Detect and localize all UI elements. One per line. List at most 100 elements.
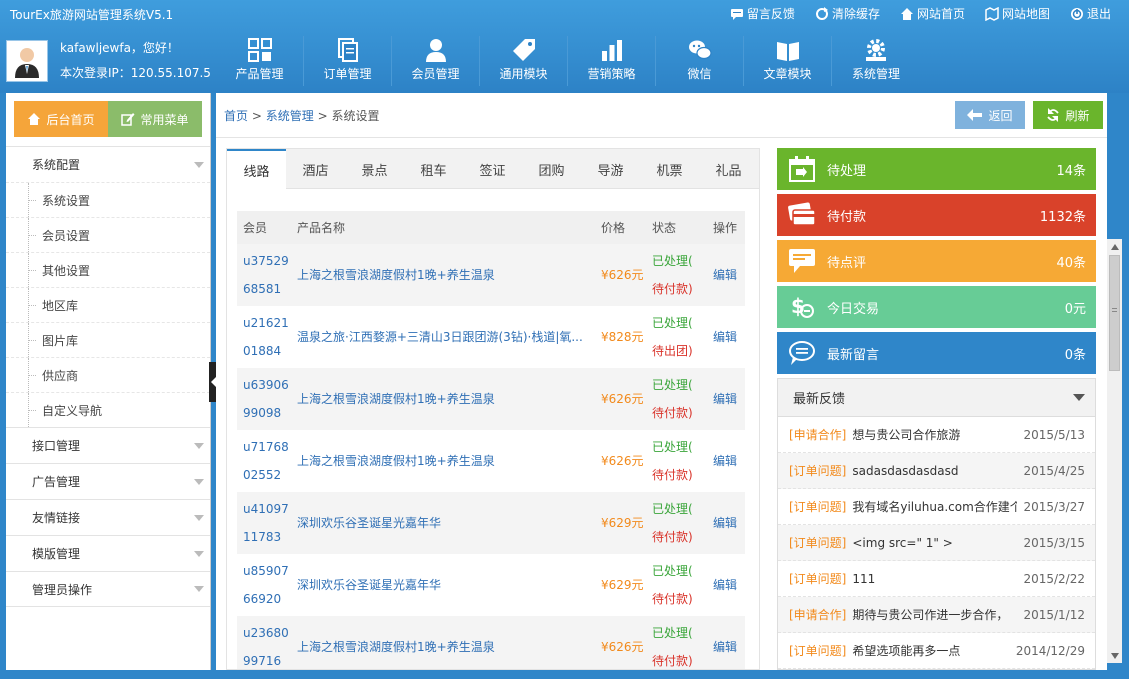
stat-value: 0元	[1064, 301, 1086, 317]
cell-product[interactable]: 上海之根雪浪湖度假村1晚+养生温泉	[291, 244, 595, 306]
sidebar-item-custom-nav[interactable]: 自定义导航	[6, 392, 210, 427]
list-item[interactable]: [订单问题] sadasdasdasdasd 2015/4/25	[778, 453, 1095, 489]
sidebar-group-template-management[interactable]: 模版管理	[6, 535, 210, 571]
list-item[interactable]: [订单问题] 希望选项能再多一点 2014/12/29	[778, 633, 1095, 669]
sidebar-group-admin-operations[interactable]: 管理员操作	[6, 571, 210, 607]
cell-member[interactable]: u2162101884	[237, 306, 291, 368]
refresh-icon	[815, 6, 829, 21]
list-item[interactable]: [申请合作] 期待与贵公司作进一步合作， 2015/1/12	[778, 597, 1095, 633]
cell-member[interactable]: u6390699098	[237, 368, 291, 430]
nav-common-modules[interactable]: 通用模块	[480, 36, 568, 86]
edit-link[interactable]: 编辑	[707, 244, 745, 306]
edit-link[interactable]: 编辑	[707, 554, 745, 616]
edit-link[interactable]: 编辑	[707, 306, 745, 368]
stat-today-transactions[interactable]: $ 今日交易 0元	[777, 286, 1096, 328]
top-link-logout[interactable]: 退出	[1070, 5, 1111, 22]
cell-member[interactable]: u3752968581	[237, 244, 291, 306]
scroll-grip	[1112, 308, 1117, 312]
column-header-action: 操作	[707, 211, 745, 244]
cell-product[interactable]: 上海之根雪浪湖度假村1晚+养生温泉	[291, 616, 595, 669]
sidebar-item-image-library[interactable]: 图片库	[6, 322, 210, 357]
feedback-date: 2015/3/15	[1023, 535, 1085, 550]
tab-visa[interactable]: 签证	[463, 149, 522, 189]
stat-value: 14条	[1056, 163, 1086, 179]
top-link-site-map-label: 网站地图	[1001, 7, 1050, 21]
admin-home-button[interactable]: 后台首页	[14, 101, 108, 137]
edit-icon	[121, 112, 135, 126]
cell-member[interactable]: u4109711783	[237, 492, 291, 554]
nav-member-management[interactable]: 会员管理	[392, 36, 480, 86]
cell-product[interactable]: 温泉之旅·江西婺源+三清山3日跟团游(3钻)·栈道|氧...	[291, 306, 595, 368]
cell-product[interactable]: 上海之根雪浪湖度假村1晚+养生温泉	[291, 430, 595, 492]
sidebar: 后台首页 常用菜单 系统配置 系统设置 会员设置 其他设置 地区库 图片库 供应…	[6, 93, 211, 670]
cell-member[interactable]: u7176802552	[237, 430, 291, 492]
cell-member[interactable]: u8590766920	[237, 554, 291, 616]
tab-car-rental[interactable]: 租车	[404, 149, 463, 189]
common-menu-button[interactable]: 常用菜单	[108, 101, 202, 137]
cell-product[interactable]: 上海之根雪浪湖度假村1晚+养生温泉	[291, 368, 595, 430]
list-item[interactable]: [订单问题] <img src=" 1" > 2015/3/15	[778, 525, 1095, 561]
breadcrumb-home[interactable]: 首页	[224, 109, 248, 123]
edit-link[interactable]: 编辑	[707, 368, 745, 430]
cell-price: ¥626元	[595, 244, 646, 306]
content-divider	[216, 137, 1107, 138]
nav-label: 产品管理	[235, 67, 284, 81]
nav-system-management[interactable]: 系统管理	[832, 36, 920, 86]
tab-gifts[interactable]: 礼品	[699, 149, 758, 189]
stat-pending-processing[interactable]: 待处理 14条	[777, 148, 1096, 190]
refresh-button[interactable]: 刷新	[1033, 101, 1103, 129]
tab-hotels[interactable]: 酒店	[286, 149, 345, 189]
edit-link[interactable]: 编辑	[707, 492, 745, 554]
scroll-down-icon[interactable]	[1107, 648, 1122, 663]
sidebar-group-friend-links[interactable]: 友情链接	[6, 499, 210, 535]
tab-air-tickets[interactable]: 机票	[640, 149, 699, 189]
list-item[interactable]: [订单问题] 111 2015/2/22	[778, 561, 1095, 597]
breadcrumb-level1[interactable]: 系统管理	[266, 109, 314, 123]
stat-pending-review[interactable]: 待点评 40条	[777, 240, 1096, 282]
nav-wechat[interactable]: 微信	[656, 36, 744, 86]
sidebar-item-supplier[interactable]: 供应商	[6, 357, 210, 392]
edit-link[interactable]: 编辑	[707, 616, 745, 669]
list-item[interactable]: [订单问题] 我有域名yiluhua.com合作建个 2015/3/27	[778, 489, 1095, 525]
stat-latest-messages[interactable]: 最新留言 0条	[777, 332, 1096, 374]
list-item[interactable]: [申请合作] 想与贵公司合作旅游 2015/5/13	[778, 417, 1095, 453]
tab-group-buy[interactable]: 团购	[522, 149, 581, 189]
nav-product-management[interactable]: 产品管理	[216, 36, 304, 86]
edit-link[interactable]: 编辑	[707, 430, 745, 492]
category-tabs: 线路 酒店 景点 租车 签证 团购 导游 机票 礼品	[227, 149, 759, 190]
sidebar-group-api-management[interactable]: 接口管理	[6, 427, 210, 463]
stat-pending-payment[interactable]: 待付款 1132条	[777, 194, 1096, 236]
sidebar-item-system-settings[interactable]: 系统设置	[6, 182, 210, 217]
cell-product[interactable]: 深圳欢乐谷圣诞星光嘉年华	[291, 492, 595, 554]
feedback-text: 我有域名yiluhua.com合作建个	[852, 500, 1018, 514]
cell-product[interactable]: 深圳欢乐谷圣诞星光嘉年华	[291, 554, 595, 616]
status-processed: 已处理(	[652, 502, 693, 516]
sidebar-item-region-library[interactable]: 地区库	[6, 287, 210, 322]
nav-order-management[interactable]: 订单管理	[304, 36, 392, 86]
feedback-header[interactable]: 最新反馈	[778, 379, 1095, 417]
sidebar-quick-buttons: 后台首页 常用菜单	[6, 93, 210, 146]
sidebar-group-label: 友情链接	[32, 511, 81, 525]
scroll-up-icon[interactable]	[1107, 239, 1122, 254]
cell-member[interactable]: u2368099716	[237, 616, 291, 669]
top-link-clear-cache[interactable]: 清除缓存	[815, 5, 880, 22]
top-link-site-home[interactable]: 网站首页	[900, 5, 965, 22]
vertical-scrollbar[interactable]	[1107, 239, 1122, 663]
back-button[interactable]: 返回	[955, 101, 1025, 129]
top-link-site-map[interactable]: 网站地图	[985, 5, 1050, 22]
sidebar-item-other-settings[interactable]: 其他设置	[6, 252, 210, 287]
nav-article-modules[interactable]: 文章模块	[744, 36, 832, 86]
orders-table: 会员 产品名称 价格 状态 操作 u3752968581 上海之根雪浪湖度假村1…	[237, 211, 745, 669]
sidebar-group-system-config[interactable]: 系统配置	[6, 146, 210, 182]
sidebar-item-member-settings[interactable]: 会员设置	[6, 217, 210, 252]
chevron-down-icon	[1073, 394, 1085, 401]
tab-attractions[interactable]: 景点	[345, 149, 404, 189]
top-link-feedback[interactable]: 留言反馈	[730, 5, 795, 22]
tab-guides[interactable]: 导游	[581, 149, 640, 189]
nav-marketing-strategy[interactable]: 营销策略	[568, 36, 656, 86]
tab-routes[interactable]: 线路	[227, 149, 286, 190]
table-header-row: 会员 产品名称 价格 状态 操作	[237, 211, 745, 244]
sidebar-group-ad-management[interactable]: 广告管理	[6, 463, 210, 499]
scrollbar-gutter	[1107, 93, 1122, 239]
scroll-thumb[interactable]	[1109, 255, 1120, 371]
